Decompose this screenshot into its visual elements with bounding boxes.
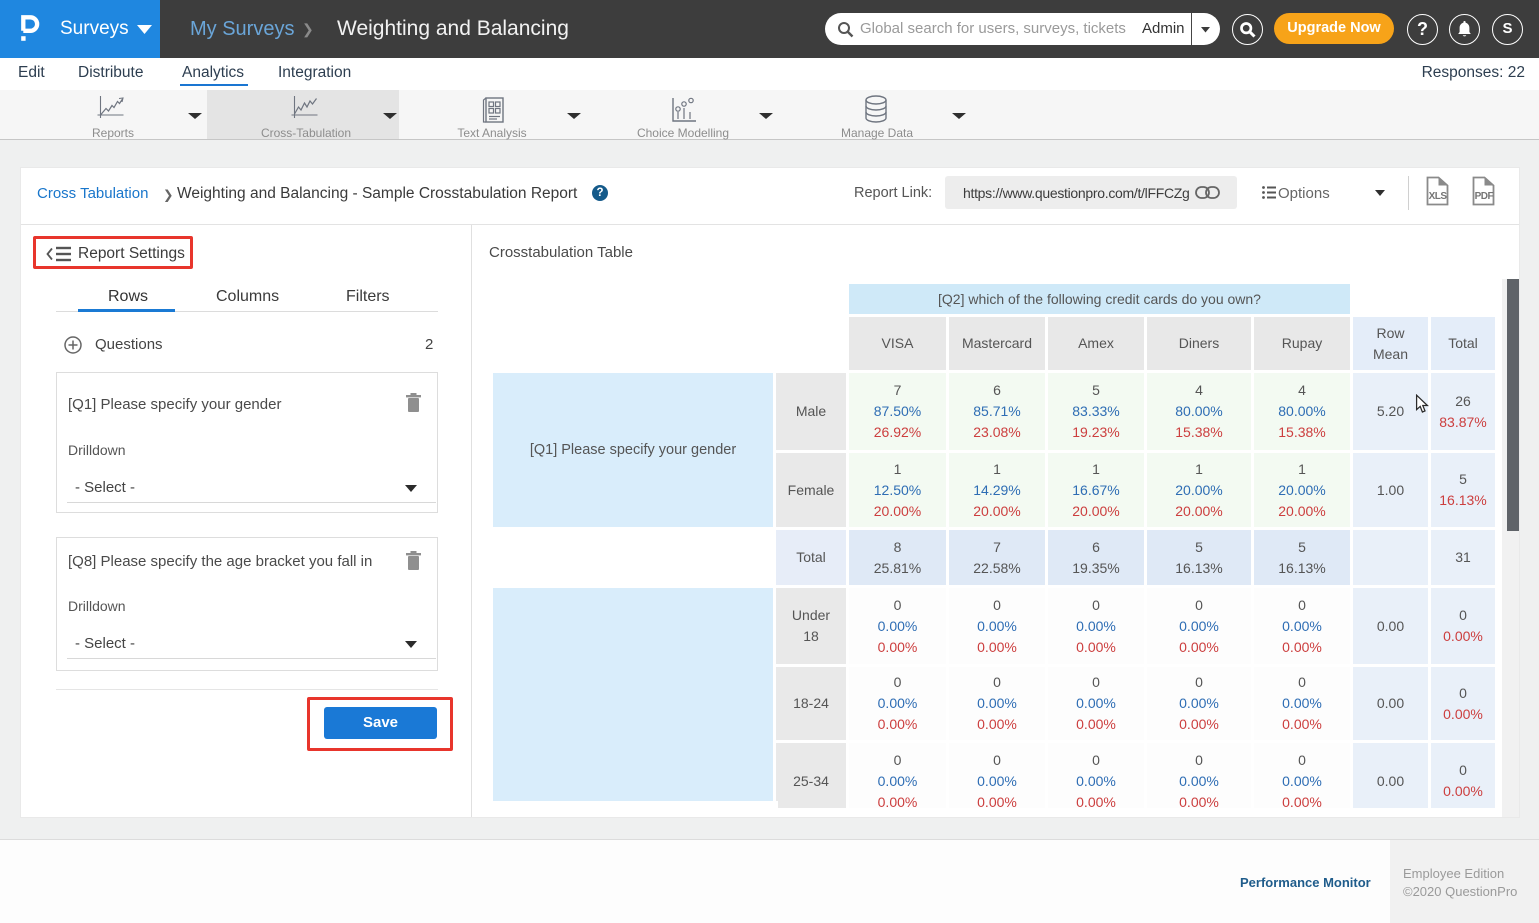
svg-text:XLS: XLS [1429,191,1448,202]
svg-text:PDF: PDF [1475,191,1494,202]
